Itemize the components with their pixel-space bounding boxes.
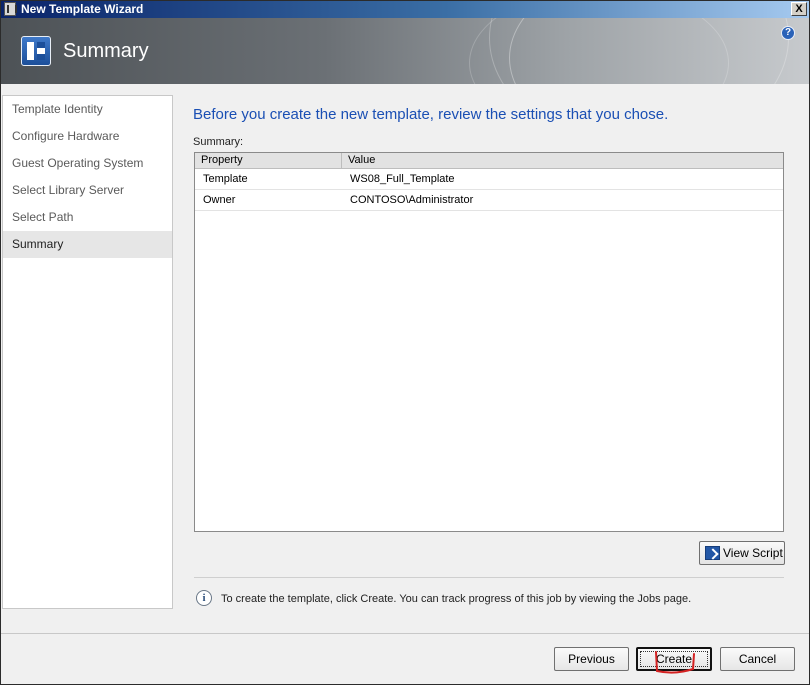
view-script-label: View Script — [723, 546, 783, 560]
template-icon — [21, 36, 51, 66]
cell-value: WS08_Full_Template — [350, 173, 455, 185]
summary-table: Property Value Template WS08_Full_Templa… — [194, 152, 784, 532]
step-template-identity[interactable]: Template Identity — [3, 96, 172, 123]
column-header-property[interactable]: Property — [195, 153, 342, 168]
cancel-button[interactable]: Cancel — [720, 647, 795, 671]
table-row[interactable]: Owner CONTOSO\Administrator — [195, 190, 783, 211]
create-button[interactable]: Create — [636, 647, 712, 671]
summary-label: Summary: — [193, 136, 244, 148]
focus-rectangle — [640, 651, 708, 667]
summary-content: Before you create the new template, revi… — [181, 95, 801, 619]
step-select-library-server[interactable]: Select Library Server — [3, 177, 172, 204]
app-icon — [4, 2, 17, 16]
info-icon: i — [196, 590, 212, 606]
table-header: Property Value — [195, 153, 783, 169]
column-header-value[interactable]: Value — [342, 153, 375, 168]
step-configure-hardware[interactable]: Configure Hardware — [3, 123, 172, 150]
step-guest-operating-system[interactable]: Guest Operating System — [3, 150, 172, 177]
powershell-icon — [705, 546, 720, 560]
table-row[interactable]: Template WS08_Full_Template — [195, 169, 783, 190]
summary-headline: Before you create the new template, revi… — [193, 106, 669, 123]
cell-property: Owner — [203, 194, 236, 206]
info-message: To create the template, click Create. Yo… — [221, 593, 692, 605]
cell-property: Template — [203, 173, 248, 185]
page-title: Summary — [63, 40, 149, 62]
divider — [194, 577, 784, 578]
footer-divider — [1, 633, 809, 634]
step-select-path[interactable]: Select Path — [3, 204, 172, 231]
cell-value: CONTOSO\Administrator — [350, 194, 474, 206]
close-button[interactable]: X — [791, 2, 807, 16]
wizard-window: New Template Wizard X Summary ? Template… — [0, 0, 810, 685]
wizard-header: Summary ? — [1, 18, 809, 84]
wizard-steps-nav: Template Identity Configure Hardware Gue… — [2, 95, 173, 609]
step-summary[interactable]: Summary — [3, 231, 172, 258]
title-bar: New Template Wizard X — [1, 1, 809, 18]
previous-button[interactable]: Previous — [554, 647, 629, 671]
view-script-button[interactable]: View Script — [699, 541, 785, 565]
header-decoration — [469, 18, 729, 84]
window-title: New Template Wizard — [21, 2, 144, 16]
help-icon[interactable]: ? — [781, 26, 795, 40]
